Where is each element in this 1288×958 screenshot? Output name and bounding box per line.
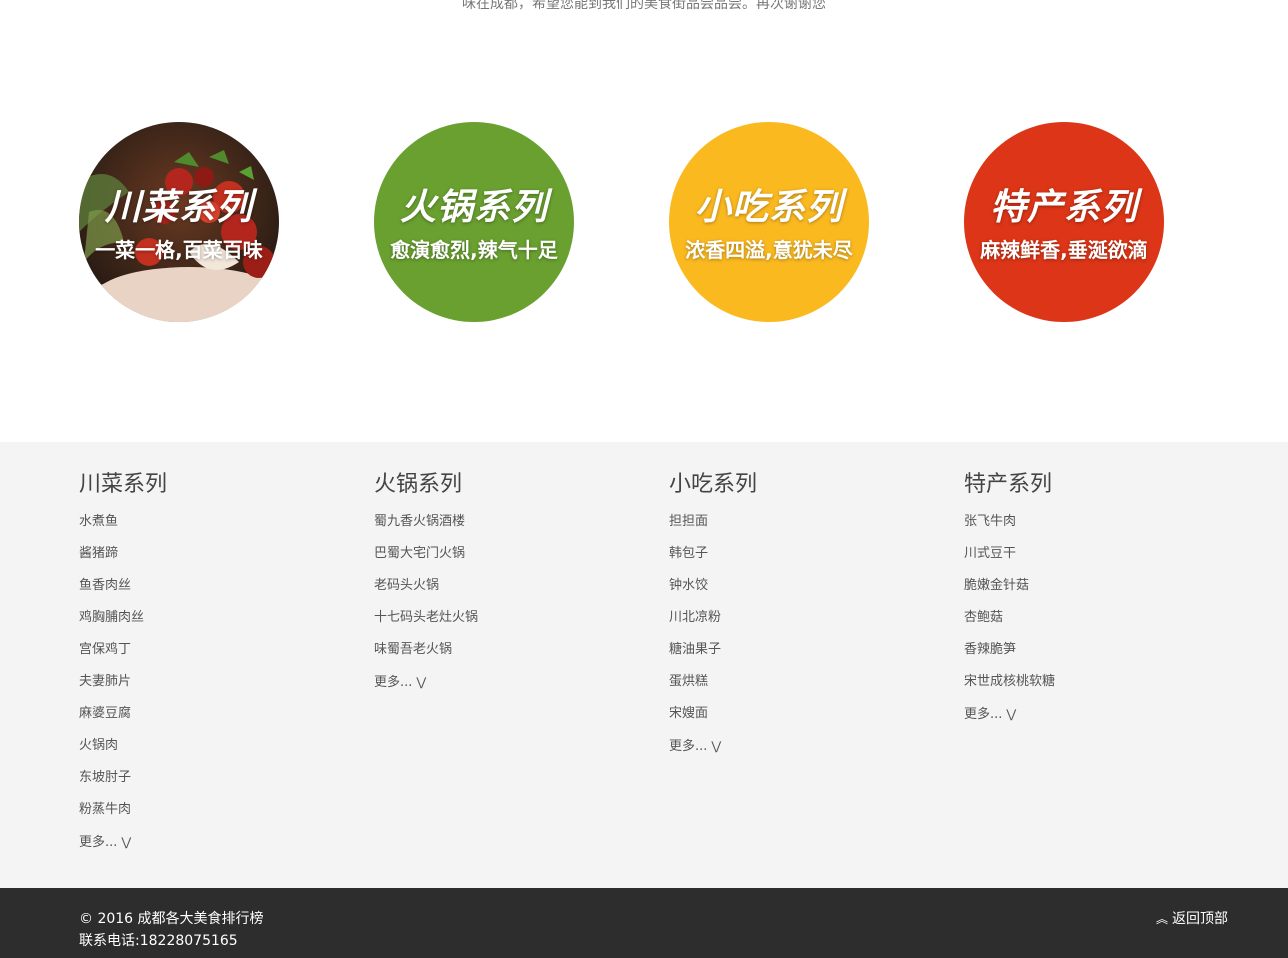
list-item[interactable]: 夫妻肺片 xyxy=(79,672,339,704)
more-link[interactable]: 更多... ⋁ xyxy=(964,704,1224,736)
category-title: 火锅系列 xyxy=(399,187,548,228)
category-circle-hotpot[interactable]: 火锅系列 愈演愈烈,辣气十足 xyxy=(374,122,574,322)
copyright-text: © 2016 成都各大美食排行榜 xyxy=(79,911,264,927)
column-specialty: 特产系列 张飞牛肉 川式豆干 脆嫩金针菇 杏鲍菇 香辣脆笋 宋世成核桃软糖 更多… xyxy=(964,470,1224,736)
category-title: 川菜系列 xyxy=(104,187,253,228)
back-to-top-label: 返回顶部 xyxy=(1172,911,1228,927)
list-item[interactable]: 味蜀吾老火锅 xyxy=(374,640,634,672)
category-title: 小吃系列 xyxy=(694,187,843,228)
list-item[interactable]: 宋嫂面 xyxy=(669,704,929,736)
chevron-down-icon: ⋁ xyxy=(1006,707,1017,721)
column-heading: 特产系列 xyxy=(964,472,1053,497)
list-item[interactable]: 脆嫩金针菇 xyxy=(964,576,1224,608)
chevron-up-icon: ︽ xyxy=(1155,912,1168,926)
list-item[interactable]: 香辣脆笋 xyxy=(964,640,1224,672)
list-item[interactable]: 杏鲍菇 xyxy=(964,608,1224,640)
list-item[interactable]: 麻婆豆腐 xyxy=(79,704,339,736)
column-heading: 火锅系列 xyxy=(374,472,463,497)
list-item[interactable]: 鸡胸脯肉丝 xyxy=(79,608,339,640)
category-circle-snacks[interactable]: 小吃系列 浓香四溢,意犹未尽 xyxy=(669,122,869,322)
category-subtitle: 浓香四溢,意犹未尽 xyxy=(685,238,853,262)
more-label: 更多... xyxy=(964,707,1003,722)
column-heading: 川菜系列 xyxy=(79,472,168,497)
more-label: 更多... xyxy=(669,739,708,754)
list-item[interactable]: 东坡肘子 xyxy=(79,768,339,800)
list-item[interactable]: 钟水饺 xyxy=(669,576,929,608)
more-link[interactable]: 更多... ⋁ xyxy=(374,672,634,704)
column-heading: 小吃系列 xyxy=(669,472,758,497)
more-label: 更多... xyxy=(374,675,413,690)
list-item[interactable]: 粉蒸牛肉 xyxy=(79,800,339,832)
category-circle-sichuan[interactable]: 川菜系列 一菜一格,百菜百味 xyxy=(79,122,279,322)
list-item[interactable]: 担担面 xyxy=(669,512,929,544)
column-sichuan: 川菜系列 水煮鱼 酱猪蹄 鱼香肉丝 鸡胸脯肉丝 宫保鸡丁 夫妻肺片 麻婆豆腐 火… xyxy=(79,470,339,864)
list-item[interactable]: 巴蜀大宅门火锅 xyxy=(374,544,634,576)
footer-info: © 2016 成都各大美食排行榜 联系电话:18228075165 xyxy=(79,908,264,952)
column-hotpot: 火锅系列 蜀九香火锅酒楼 巴蜀大宅门火锅 老码头火锅 十七码头老灶火锅 味蜀吾老… xyxy=(374,470,634,704)
list-item[interactable]: 糖油果子 xyxy=(669,640,929,672)
category-subtitle: 愈演愈烈,辣气十足 xyxy=(390,238,558,262)
list-item[interactable]: 蛋烘糕 xyxy=(669,672,929,704)
list-item[interactable]: 水煮鱼 xyxy=(79,512,339,544)
more-link[interactable]: 更多... ⋁ xyxy=(79,832,339,864)
category-title: 特产系列 xyxy=(989,187,1138,228)
list-item[interactable]: 蜀九香火锅酒楼 xyxy=(374,512,634,544)
list-item[interactable]: 酱猪蹄 xyxy=(79,544,339,576)
list-item[interactable]: 火锅肉 xyxy=(79,736,339,768)
intro-text: 味在成都，希望您能到我们的美食街品尝品尝。再次谢谢您 xyxy=(462,0,826,12)
category-circle-specialty[interactable]: 特产系列 麻辣鲜香,垂涎欲滴 xyxy=(964,122,1164,322)
list-item[interactable]: 宫保鸡丁 xyxy=(79,640,339,672)
chevron-down-icon: ⋁ xyxy=(121,835,132,849)
list-item[interactable]: 张飞牛肉 xyxy=(964,512,1224,544)
category-circles: 川菜系列 一菜一格,百菜百味 火锅系列 愈演愈烈,辣气十足 小吃系列 浓香四溢,… xyxy=(0,122,1288,322)
more-label: 更多... xyxy=(79,835,118,850)
back-to-top-button[interactable]: ︽ 返回顶部 xyxy=(1156,908,1228,930)
list-item[interactable]: 鱼香肉丝 xyxy=(79,576,339,608)
list-item[interactable]: 老码头火锅 xyxy=(374,576,634,608)
phone-text: 联系电话:18228075165 xyxy=(79,933,238,949)
footer-links-section: 川菜系列 水煮鱼 酱猪蹄 鱼香肉丝 鸡胸脯肉丝 宫保鸡丁 夫妻肺片 麻婆豆腐 火… xyxy=(0,442,1288,888)
chevron-down-icon: ⋁ xyxy=(711,739,722,753)
site-footer: © 2016 成都各大美食排行榜 联系电话:18228075165 ︽ 返回顶部 xyxy=(0,888,1288,958)
more-link[interactable]: 更多... ⋁ xyxy=(669,736,929,768)
chevron-down-icon: ⋁ xyxy=(416,675,427,689)
category-subtitle: 麻辣鲜香,垂涎欲滴 xyxy=(980,238,1148,262)
list-item[interactable]: 川北凉粉 xyxy=(669,608,929,640)
category-subtitle: 一菜一格,百菜百味 xyxy=(95,238,263,262)
list-item[interactable]: 十七码头老灶火锅 xyxy=(374,608,634,640)
column-snacks: 小吃系列 担担面 韩包子 钟水饺 川北凉粉 糖油果子 蛋烘糕 宋嫂面 更多...… xyxy=(669,470,929,768)
list-item[interactable]: 川式豆干 xyxy=(964,544,1224,576)
list-item[interactable]: 韩包子 xyxy=(669,544,929,576)
list-item[interactable]: 宋世成核桃软糖 xyxy=(964,672,1224,704)
